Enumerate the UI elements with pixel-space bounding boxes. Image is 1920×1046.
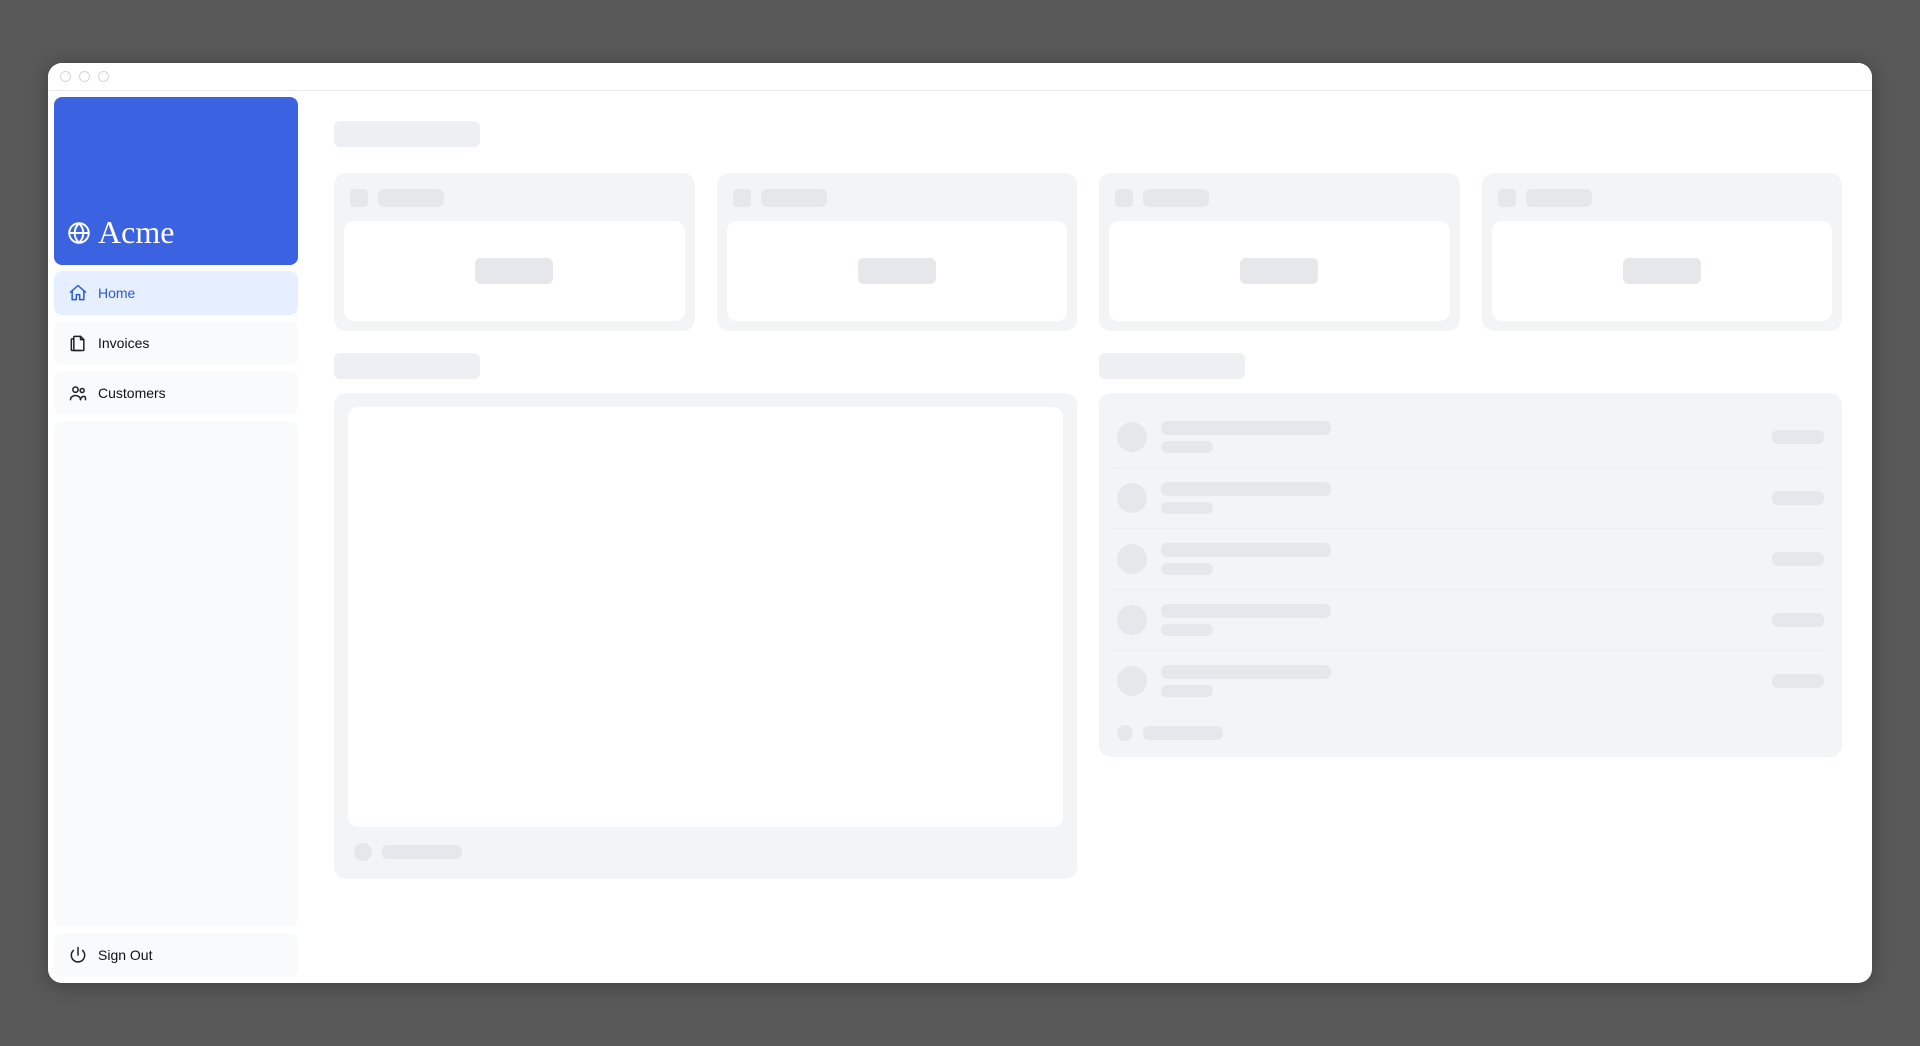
brand-name: Acme [98, 214, 174, 251]
list-amount-skeleton [1772, 613, 1824, 627]
sidebar-item-label: Invoices [98, 335, 149, 351]
list-line1-skeleton [1161, 421, 1331, 435]
list-amount-skeleton [1772, 430, 1824, 444]
list-line1-skeleton [1161, 543, 1331, 557]
window-titlebar [48, 63, 1872, 91]
footer-dot-skeleton [354, 843, 372, 861]
list-line2-skeleton [1161, 685, 1213, 697]
avatar-skeleton [1117, 422, 1147, 452]
footer-label-skeleton [1143, 726, 1223, 740]
list-footer [1113, 711, 1828, 743]
sidebar-item-invoices[interactable]: Invoices [54, 321, 298, 365]
list-amount-skeleton [1772, 674, 1824, 688]
users-icon [68, 383, 88, 403]
window-maximize-icon[interactable] [98, 71, 109, 82]
stat-card [1482, 173, 1843, 331]
sidebar-item-label: Home [98, 285, 135, 301]
page-title-skeleton [334, 121, 480, 147]
stat-card [1099, 173, 1460, 331]
avatar-skeleton [1117, 605, 1147, 635]
sign-out-button[interactable]: Sign Out [54, 933, 298, 977]
chart-area-skeleton [348, 407, 1063, 827]
list-line1-skeleton [1161, 604, 1331, 618]
card-icon-skeleton [1115, 189, 1133, 207]
power-icon [68, 945, 88, 965]
list-line2-skeleton [1161, 563, 1213, 575]
skeleton-list [1113, 407, 1828, 711]
two-column-section [334, 353, 1842, 879]
list-line2-skeleton [1161, 624, 1213, 636]
list-amount-skeleton [1772, 552, 1824, 566]
list-item [1113, 468, 1828, 529]
brand-logo[interactable]: Acme [54, 97, 298, 265]
list-amount-skeleton [1772, 491, 1824, 505]
chart-footer [348, 827, 1063, 865]
card-label-skeleton [1143, 189, 1209, 207]
avatar-skeleton [1117, 483, 1147, 513]
window-close-icon[interactable] [60, 71, 71, 82]
list-section [1099, 353, 1842, 879]
sign-out-label: Sign Out [98, 947, 152, 963]
list-item [1113, 590, 1828, 651]
list-line2-skeleton [1161, 502, 1213, 514]
app-window: Acme Home Invoices [48, 63, 1872, 983]
sidebar-item-label: Customers [98, 385, 166, 401]
list-panel [1099, 393, 1842, 757]
card-value-skeleton [475, 258, 553, 284]
stat-cards-row [334, 173, 1842, 331]
sidebar: Acme Home Invoices [48, 91, 304, 983]
sidebar-item-home[interactable]: Home [54, 271, 298, 315]
list-item [1113, 529, 1828, 590]
sidebar-item-customers[interactable]: Customers [54, 371, 298, 415]
section-title-skeleton [334, 353, 480, 379]
footer-label-skeleton [382, 845, 462, 859]
sidebar-nav: Home Invoices [54, 271, 298, 415]
card-value-skeleton [1623, 258, 1701, 284]
footer-dot-skeleton [1117, 725, 1133, 741]
list-item [1113, 651, 1828, 711]
list-line1-skeleton [1161, 482, 1331, 496]
window-minimize-icon[interactable] [79, 71, 90, 82]
avatar-skeleton [1117, 544, 1147, 574]
card-value-skeleton [1240, 258, 1318, 284]
card-label-skeleton [378, 189, 444, 207]
app-body: Acme Home Invoices [48, 91, 1872, 983]
card-label-skeleton [761, 189, 827, 207]
home-icon [68, 283, 88, 303]
card-value-skeleton [858, 258, 936, 284]
document-icon [68, 333, 88, 353]
card-icon-skeleton [1498, 189, 1516, 207]
stat-card [334, 173, 695, 331]
list-line1-skeleton [1161, 665, 1331, 679]
card-label-skeleton [1526, 189, 1592, 207]
chart-panel [334, 393, 1077, 879]
list-line2-skeleton [1161, 441, 1213, 453]
card-icon-skeleton [733, 189, 751, 207]
list-item [1113, 407, 1828, 468]
chart-section [334, 353, 1077, 879]
sidebar-spacer [54, 421, 298, 927]
card-icon-skeleton [350, 189, 368, 207]
stat-card [717, 173, 1078, 331]
main-content [304, 91, 1872, 983]
globe-icon [66, 220, 92, 246]
section-title-skeleton [1099, 353, 1245, 379]
avatar-skeleton [1117, 666, 1147, 696]
